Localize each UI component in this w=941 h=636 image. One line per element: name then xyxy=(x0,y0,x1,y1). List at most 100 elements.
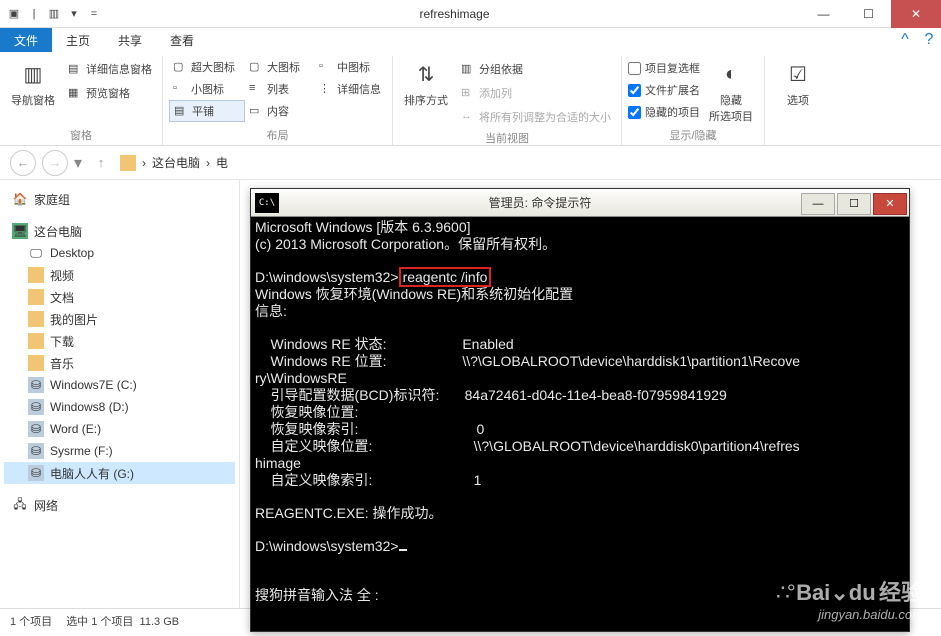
up-button[interactable]: ↑ xyxy=(88,150,114,176)
xl-icons-button[interactable]: ▢超大图标 xyxy=(169,56,245,78)
network-icon: 🖧 xyxy=(12,497,28,513)
details-pane-button[interactable]: ▤详细信息窗格 xyxy=(64,58,156,80)
history-dropdown[interactable]: ▾ xyxy=(74,153,82,173)
tree-desktop[interactable]: 🖵Desktop xyxy=(4,242,235,264)
tree-drive-c[interactable]: ⛁Windows7E (C:) xyxy=(4,374,235,396)
group-label-panes: 窗格 xyxy=(6,125,156,145)
status-item-count: 1 个项目 xyxy=(10,613,52,629)
cmd-window-controls: — ☐ ✕ xyxy=(801,191,909,215)
breadcrumb-root[interactable]: 这台电脑 xyxy=(152,154,200,171)
tree-drive-f[interactable]: ⛁Sysrme (F:) xyxy=(4,440,235,462)
breadcrumb-sep: › xyxy=(142,156,146,170)
group-label-current: 当前视图 xyxy=(399,128,615,148)
forward-button[interactable]: → xyxy=(42,150,68,176)
cmd-minimize-button[interactable]: — xyxy=(801,193,835,215)
properties-icon[interactable]: ▥ xyxy=(46,6,62,22)
cursor-icon xyxy=(399,549,407,551)
drive-icon: ⛁ xyxy=(28,377,44,393)
hide-selected-icon: ◐ xyxy=(715,58,747,90)
ribbon-view: ▥ 导航窗格 ▤详细信息窗格 ▦预览窗格 窗格 ▢超大图标 ▢大图标 ▫中图标 … xyxy=(0,52,941,146)
group-by-icon: ▥ xyxy=(461,62,475,76)
group-label-layout: 布局 xyxy=(169,125,386,145)
tree-videos[interactable]: 视频 xyxy=(4,264,235,286)
address-bar-row: ← → ▾ ↑ › 这台电脑 › 电 xyxy=(0,146,941,180)
cmd-title: 管理员: 命令提示符 xyxy=(279,194,801,211)
file-extensions-toggle[interactable]: 文件扩展名 xyxy=(628,80,700,100)
details-icon: ⋮ xyxy=(319,82,333,96)
breadcrumb[interactable]: › 这台电脑 › 电 xyxy=(120,154,228,171)
list-icon: ≡ xyxy=(249,82,263,96)
large-icons-button[interactable]: ▢大图标 xyxy=(245,56,315,78)
breadcrumb-drive[interactable]: 电 xyxy=(216,154,228,171)
navigation-tree[interactable]: 🏠家庭组 🖥这台电脑 🖵Desktop 视频 文档 我的图片 下载 音乐 ⛁Wi… xyxy=(0,180,240,608)
maximize-button[interactable]: ☐ xyxy=(846,0,891,28)
view-tab[interactable]: 查看 xyxy=(156,28,208,52)
app-icon: ▣ xyxy=(6,6,22,22)
preview-pane-button[interactable]: ▦预览窗格 xyxy=(64,82,156,104)
nav-pane-button[interactable]: ▥ 导航窗格 xyxy=(6,56,60,108)
hide-selected-button[interactable]: ◐ 隐藏 所选项目 xyxy=(704,56,758,124)
cmd-maximize-button[interactable]: ☐ xyxy=(837,193,871,215)
tree-thispc[interactable]: 🖥这台电脑 xyxy=(4,220,235,242)
cmd-close-button[interactable]: ✕ xyxy=(873,193,907,215)
item-checkboxes-toggle[interactable]: 项目复选框 xyxy=(628,58,700,78)
tree-drive-e[interactable]: ⛁Word (E:) xyxy=(4,418,235,440)
minimize-button[interactable]: — xyxy=(801,0,846,28)
ribbon-group-options: ☑ 选项 xyxy=(765,56,831,145)
highlighted-command: reagentc /info xyxy=(399,267,492,287)
ribbon-group-panes: ▥ 导航窗格 ▤详细信息窗格 ▦预览窗格 窗格 xyxy=(0,56,163,145)
xl-icons-icon: ▢ xyxy=(173,60,187,74)
cmd-titlebar[interactable]: C:\ 管理员: 命令提示符 — ☐ ✕ xyxy=(251,189,909,217)
back-button[interactable]: ← xyxy=(10,150,36,176)
window-title: refreshimage xyxy=(108,7,801,21)
small-icons-icon: ▫ xyxy=(173,82,187,96)
tiles-button[interactable]: ▤平铺 xyxy=(169,100,245,122)
tree-drive-g[interactable]: ⛁电脑人人有 (G:) xyxy=(4,462,235,484)
content-button[interactable]: ▭内容 xyxy=(245,100,315,122)
nav-pane-label: 导航窗格 xyxy=(11,92,55,108)
desktop-icon: 🖵 xyxy=(28,245,44,261)
details-button[interactable]: ⋮详细信息 xyxy=(315,78,385,100)
quick-access-toolbar: ▣ | ▥ ▾ = xyxy=(0,6,108,22)
sort-by-button[interactable]: ⇅ 排序方式 xyxy=(399,56,453,108)
hidden-items-toggle[interactable]: 隐藏的项目 xyxy=(628,102,700,122)
tree-documents[interactable]: 文档 xyxy=(4,286,235,308)
group-by-button[interactable]: ▥分组依据 xyxy=(457,58,615,80)
tree-music[interactable]: 音乐 xyxy=(4,352,235,374)
home-tab[interactable]: 主页 xyxy=(52,28,104,52)
file-tab[interactable]: 文件 xyxy=(0,28,52,52)
close-button[interactable]: ✕ xyxy=(891,0,941,28)
content-icon: ▭ xyxy=(249,104,263,118)
folder-icon xyxy=(28,333,44,349)
ribbon-tabs: 文件 主页 共享 查看 ^ ? xyxy=(0,28,941,52)
sort-by-icon: ⇅ xyxy=(410,58,442,90)
add-columns-button[interactable]: ⊞添加列 xyxy=(457,82,615,104)
tree-pictures[interactable]: 我的图片 xyxy=(4,308,235,330)
qat-dropdown-icon[interactable]: = xyxy=(86,6,102,22)
small-icons-button[interactable]: ▫小图标 xyxy=(169,78,245,100)
breadcrumb-sep: › xyxy=(206,156,210,170)
tree-downloads[interactable]: 下载 xyxy=(4,330,235,352)
window-controls: — ☐ ✕ xyxy=(801,0,941,28)
homegroup-icon: 🏠 xyxy=(12,191,28,207)
share-tab[interactable]: 共享 xyxy=(104,28,156,52)
options-button[interactable]: ☑ 选项 xyxy=(771,56,825,108)
list-button[interactable]: ≡列表 xyxy=(245,78,315,100)
large-icons-icon: ▢ xyxy=(249,60,263,74)
autosize-columns-button[interactable]: ↔将所有列调整为合适的大小 xyxy=(457,106,615,128)
tree-network[interactable]: 🖧网络 xyxy=(4,494,235,516)
folder-icon xyxy=(28,289,44,305)
preview-pane-icon: ▦ xyxy=(68,86,82,100)
cmd-window: C:\ 管理员: 命令提示符 — ☐ ✕ Microsoft Windows [… xyxy=(250,188,910,632)
help-icon[interactable]: ? xyxy=(917,28,941,52)
tree-homegroup[interactable]: 🏠家庭组 xyxy=(4,188,235,210)
medium-icons-button[interactable]: ▫中图标 xyxy=(315,56,385,78)
ribbon-group-show-hide: 项目复选框 文件扩展名 隐藏的项目 ◐ 隐藏 所选项目 显示/隐藏 xyxy=(622,56,765,145)
window-titlebar: ▣ | ▥ ▾ = refreshimage — ☐ ✕ xyxy=(0,0,941,28)
nav-pane-icon: ▥ xyxy=(17,58,49,90)
cmd-output[interactable]: Microsoft Windows [版本 6.3.9600] (c) 2013… xyxy=(251,217,909,631)
tree-drive-d[interactable]: ⛁Windows8 (D:) xyxy=(4,396,235,418)
status-selected: 选中 1 个项目 11.3 GB xyxy=(66,613,179,629)
collapse-ribbon-icon[interactable]: ^ xyxy=(893,28,917,52)
new-folder-icon[interactable]: ▾ xyxy=(66,6,82,22)
